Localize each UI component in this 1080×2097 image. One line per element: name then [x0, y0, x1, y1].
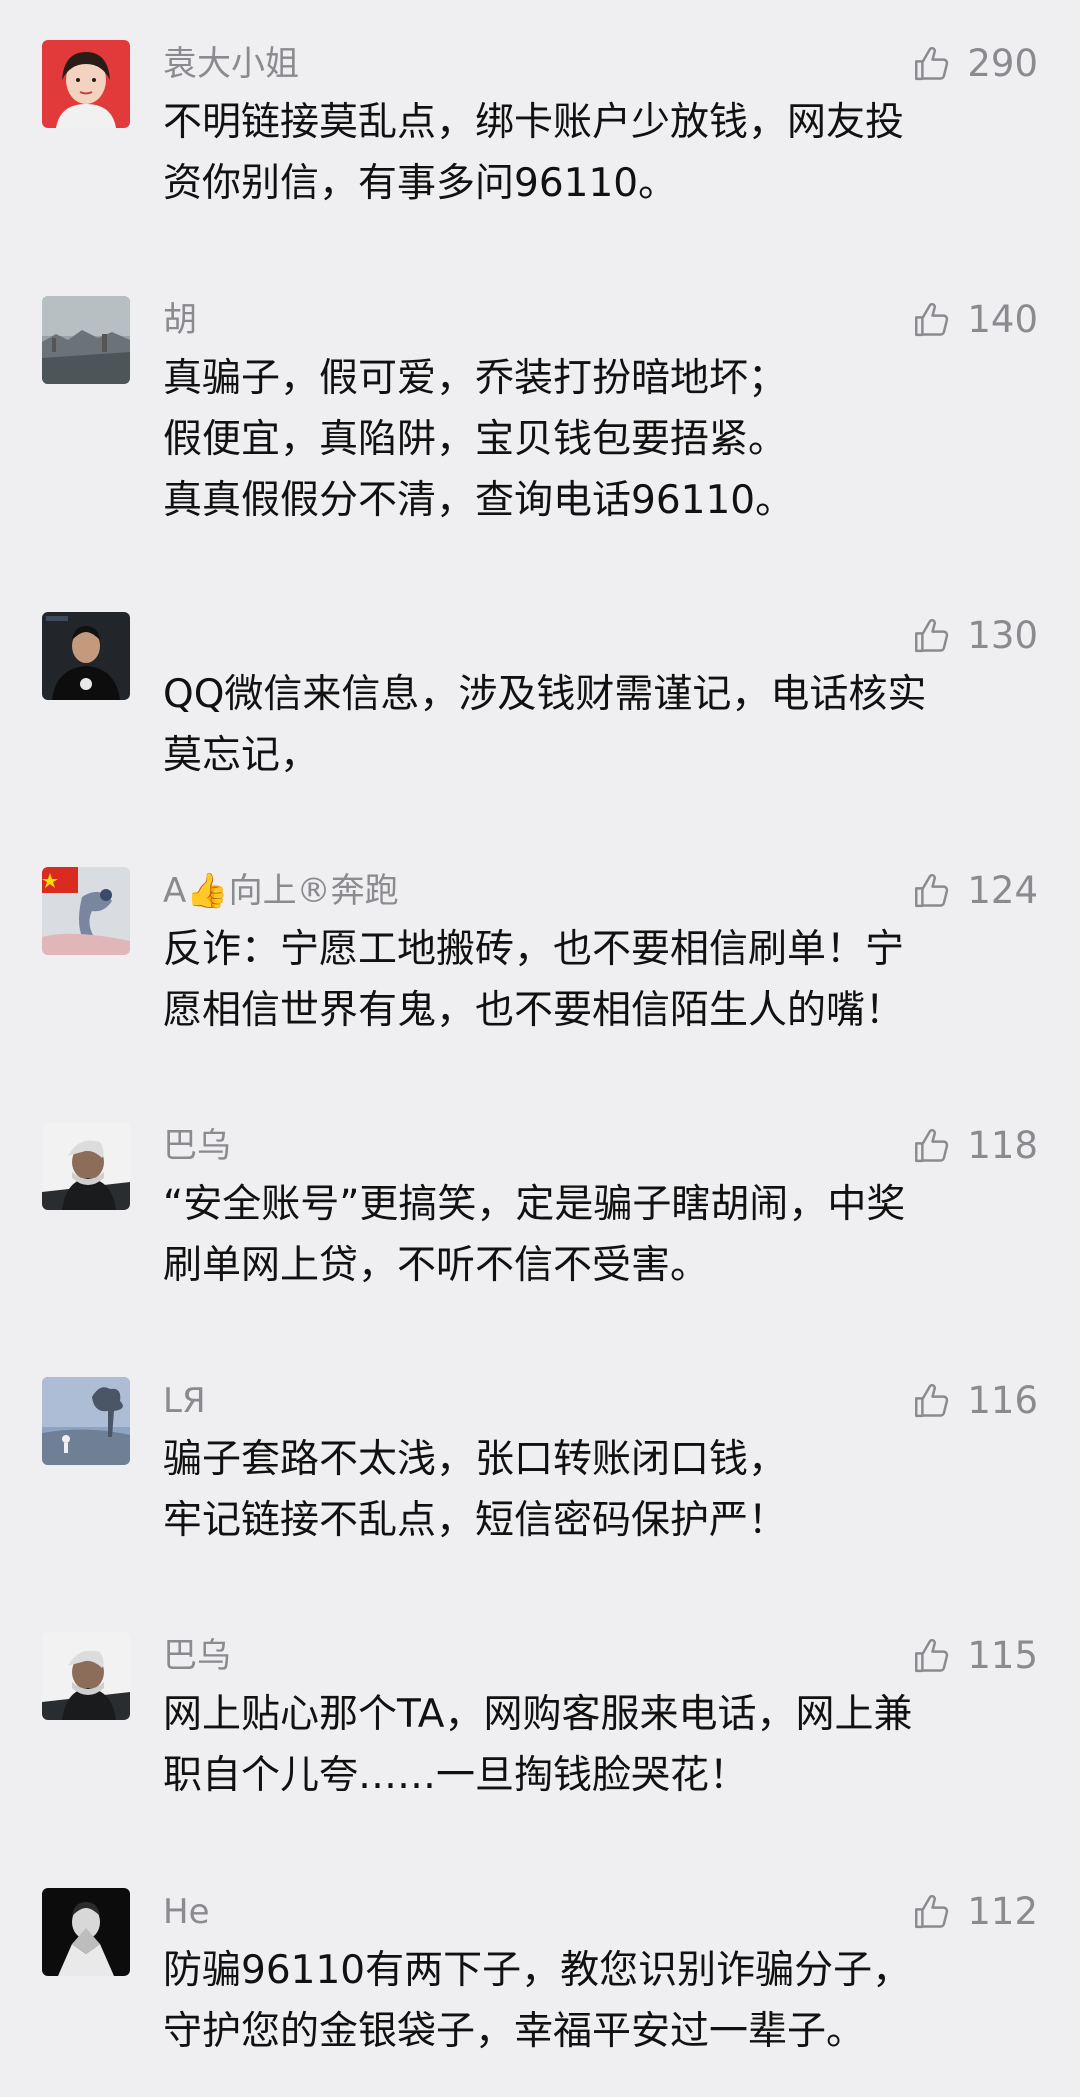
comment-line: 牢记链接不乱点，短信密码保护严！ — [163, 1498, 788, 1543]
like-button[interactable]: 130 — [911, 612, 1038, 660]
username[interactable]: 胡 — [163, 296, 197, 344]
comment-line: 真骗子，假可爱，乔装打扮暗地坏； — [163, 356, 788, 401]
like-button[interactable]: 290 — [911, 40, 1038, 88]
comment-text: 骗子套路不太浅，张口转账闭口钱， 牢记链接不乱点，短信密码保护严！ — [163, 1429, 1043, 1551]
avatar-image — [42, 1888, 130, 1976]
like-button[interactable]: 112 — [911, 1888, 1038, 1936]
like-button[interactable]: 140 — [911, 296, 1038, 344]
avatar[interactable] — [42, 1888, 130, 1976]
avatar-image — [42, 867, 130, 955]
like-button[interactable]: 124 — [911, 867, 1038, 915]
comment-text: “安全账号”更搞笑，定是骗子瞎胡闹，中奖 刷单网上贷，不听不信不受害。 — [163, 1174, 1043, 1296]
like-count: 124 — [967, 869, 1038, 912]
avatar-image — [42, 296, 130, 384]
username[interactable]: 巴乌 — [163, 1632, 231, 1680]
like-count: 290 — [967, 42, 1038, 85]
avatar[interactable] — [42, 1122, 130, 1210]
avatar[interactable] — [42, 612, 130, 700]
comment-line: 真真假假分不清，查询电话96110。 — [163, 478, 795, 523]
comment-line: 防骗96110有两下子，教您识别诈骗分子， — [163, 1948, 912, 1993]
username[interactable]: 袁大小姐 — [163, 40, 299, 88]
comment-line: 网上贴心那个TA，网购客服来电话，网上兼 — [163, 1692, 913, 1737]
username[interactable]: LЯ — [163, 1377, 206, 1425]
username[interactable]: 巴乌 — [163, 1122, 231, 1170]
like-count: 116 — [967, 1379, 1038, 1422]
avatar[interactable] — [42, 296, 130, 384]
avatar-image — [42, 612, 130, 700]
avatar-image — [42, 1632, 130, 1720]
comment-line: 职自个儿夸……一旦掏钱脸哭花！ — [163, 1753, 749, 1798]
comment-line: 愿相信世界有鬼，也不要相信陌生人的嘴！ — [163, 988, 905, 1033]
comment-text: 防骗96110有两下子，教您识别诈骗分子， 守护您的金银袋子，幸福平安过一辈子。 — [163, 1940, 1043, 2062]
comment-line: 假便宜，真陷阱，宝贝钱包要捂紧。 — [163, 417, 788, 462]
username[interactable]: He — [163, 1888, 209, 1936]
avatar[interactable] — [42, 1632, 130, 1720]
comment-line: 骗子套路不太浅，张口转账闭口钱， — [163, 1437, 788, 1482]
comment-line: 守护您的金银袋子，幸福平安过一辈子。 — [163, 2009, 866, 2054]
thumbs-up-icon — [915, 1894, 949, 1929]
thumbs-up-icon — [915, 1128, 949, 1163]
like-button[interactable]: 118 — [911, 1122, 1038, 1170]
avatar-image — [42, 40, 130, 128]
comment-line: 莫忘记， — [163, 733, 320, 778]
comment-text: 反诈：宁愿工地搬砖，也不要相信刷单！宁 愿相信世界有鬼，也不要相信陌生人的嘴！ — [163, 919, 1043, 1041]
comment-line: 不明链接莫乱点，绑卡账户少放钱，网友投 — [163, 100, 905, 145]
avatar-image — [42, 1377, 130, 1465]
thumbs-up-icon — [915, 1638, 949, 1673]
comment-line: QQ微信来信息，涉及钱财需谨记，电话核实 — [163, 672, 927, 717]
comment-line: 资你别信，有事多问96110。 — [163, 161, 678, 206]
comment-line: “安全账号”更搞笑，定是骗子瞎胡闹，中奖 — [163, 1182, 906, 1227]
comment-text: 网上贴心那个TA，网购客服来电话，网上兼 职自个儿夸……一旦掏钱脸哭花！ — [163, 1684, 1043, 1806]
comment-text: 不明链接莫乱点，绑卡账户少放钱，网友投 资你别信，有事多问96110。 — [163, 92, 1043, 214]
avatar[interactable] — [42, 40, 130, 128]
like-button[interactable]: 116 — [911, 1377, 1038, 1425]
thumbs-up-icon — [915, 873, 949, 908]
like-button[interactable]: 115 — [911, 1632, 1038, 1680]
thumbs-up-icon — [915, 1383, 949, 1418]
thumbs-up-icon — [915, 302, 949, 337]
comment-line: 反诈：宁愿工地搬砖，也不要相信刷单！宁 — [163, 927, 905, 972]
avatar-image — [42, 1122, 130, 1210]
thumbs-up-icon — [915, 46, 949, 81]
like-count: 118 — [967, 1124, 1038, 1167]
thumbs-up-icon — [915, 618, 949, 653]
avatar[interactable] — [42, 1377, 130, 1465]
like-count: 140 — [967, 298, 1038, 341]
comment-text: 真骗子，假可爱，乔装打扮暗地坏； 假便宜，真陷阱，宝贝钱包要捂紧。 真真假假分不… — [163, 348, 1043, 531]
avatar[interactable] — [42, 867, 130, 955]
comment-line: 刷单网上贷，不听不信不受害。 — [163, 1243, 710, 1288]
comment-text: QQ微信来信息，涉及钱财需谨记，电话核实 莫忘记， — [163, 664, 1043, 786]
username[interactable]: A👍向上®奔跑 — [163, 867, 399, 915]
like-count: 115 — [967, 1634, 1038, 1677]
like-count: 112 — [967, 1890, 1038, 1933]
like-count: 130 — [967, 614, 1038, 657]
